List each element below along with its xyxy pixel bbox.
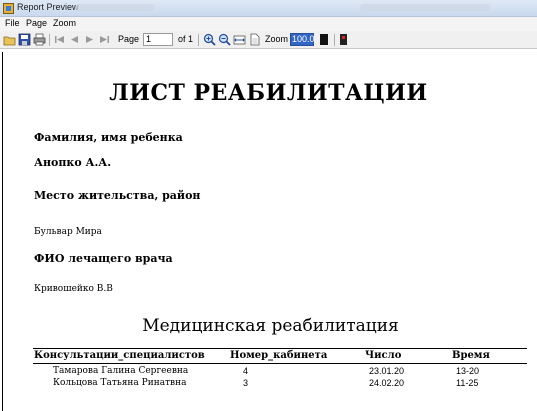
previous-page-icon[interactable]: [68, 33, 81, 46]
report-title: ЛИСТ РЕАБИЛИТАЦИИ: [109, 80, 428, 106]
page-number-input[interactable]: 1: [143, 33, 173, 46]
first-page-icon[interactable]: [53, 33, 66, 46]
zoom-dropdown-icon[interactable]: [318, 33, 331, 46]
zoom-level-input[interactable]: 100.0: [290, 33, 315, 46]
blurred-title-text: [360, 4, 490, 11]
toolbar: Page 1 of 1 Zoom 100.0: [0, 31, 537, 49]
zoom-in-icon[interactable]: [203, 33, 216, 46]
next-page-icon[interactable]: [83, 33, 96, 46]
menu-zoom[interactable]: Zoom: [53, 18, 76, 28]
table-cell-time: 13-20: [456, 366, 480, 376]
table-cell-room: 3: [243, 378, 249, 388]
open-folder-icon[interactable]: [3, 33, 16, 46]
table-cell-specialist: Тамарова Галина Сергеевна: [53, 366, 189, 376]
print-icon[interactable]: [33, 33, 46, 46]
page-width-icon[interactable]: [233, 33, 246, 46]
residence-label: Место жительства, район: [34, 189, 201, 202]
child-name-label: Фамилия, имя ребенка: [34, 131, 183, 144]
table-cell-time: 11-25: [456, 378, 479, 388]
page-label: Page: [118, 34, 140, 44]
menu-file[interactable]: File: [5, 18, 20, 28]
child-name-value: Анопко А.А.: [34, 156, 112, 169]
table-cell-specialist: Кольцова Татьяна Ринатвна: [53, 378, 187, 388]
column-header-room: Номер_кабинета: [230, 350, 328, 361]
section-title: Медицинская реабилитация: [142, 316, 399, 336]
residence-value: Бульвар Мира: [34, 227, 102, 237]
title-bar: Report Preview: [0, 0, 537, 17]
column-header-date: Число: [365, 350, 402, 361]
column-header-specialist: Консультации_специалистов: [34, 350, 205, 361]
doctor-label: ФИО лечащего врача: [34, 252, 173, 265]
blurred-title-text: [75, 4, 155, 11]
save-icon[interactable]: [18, 33, 31, 46]
table-cell-date: 23.01.20: [369, 366, 405, 376]
menu-page[interactable]: Page: [26, 18, 47, 28]
zoom-label: Zoom: [265, 34, 289, 44]
app-icon: [3, 3, 14, 14]
menu-bar: File Page Zoom: [0, 17, 537, 31]
toolbar-separator: [334, 34, 335, 46]
whole-page-icon[interactable]: [248, 33, 261, 46]
close-preview-icon[interactable]: [337, 33, 350, 46]
toolbar-separator: [198, 34, 199, 46]
table-top-rule: [33, 348, 527, 349]
column-header-time: Время: [452, 350, 490, 361]
table-header-rule: [33, 363, 527, 364]
table-cell-room: 4: [243, 366, 249, 376]
doctor-value: Кривошейко В.В: [34, 284, 113, 294]
table-cell-date: 24.02.20: [369, 378, 405, 388]
window-title: Report Preview: [17, 2, 79, 12]
toolbar-separator: [49, 34, 50, 46]
last-page-icon[interactable]: [98, 33, 111, 46]
zoom-out-icon[interactable]: [218, 33, 231, 46]
page-count-label: of 1: [178, 34, 194, 44]
